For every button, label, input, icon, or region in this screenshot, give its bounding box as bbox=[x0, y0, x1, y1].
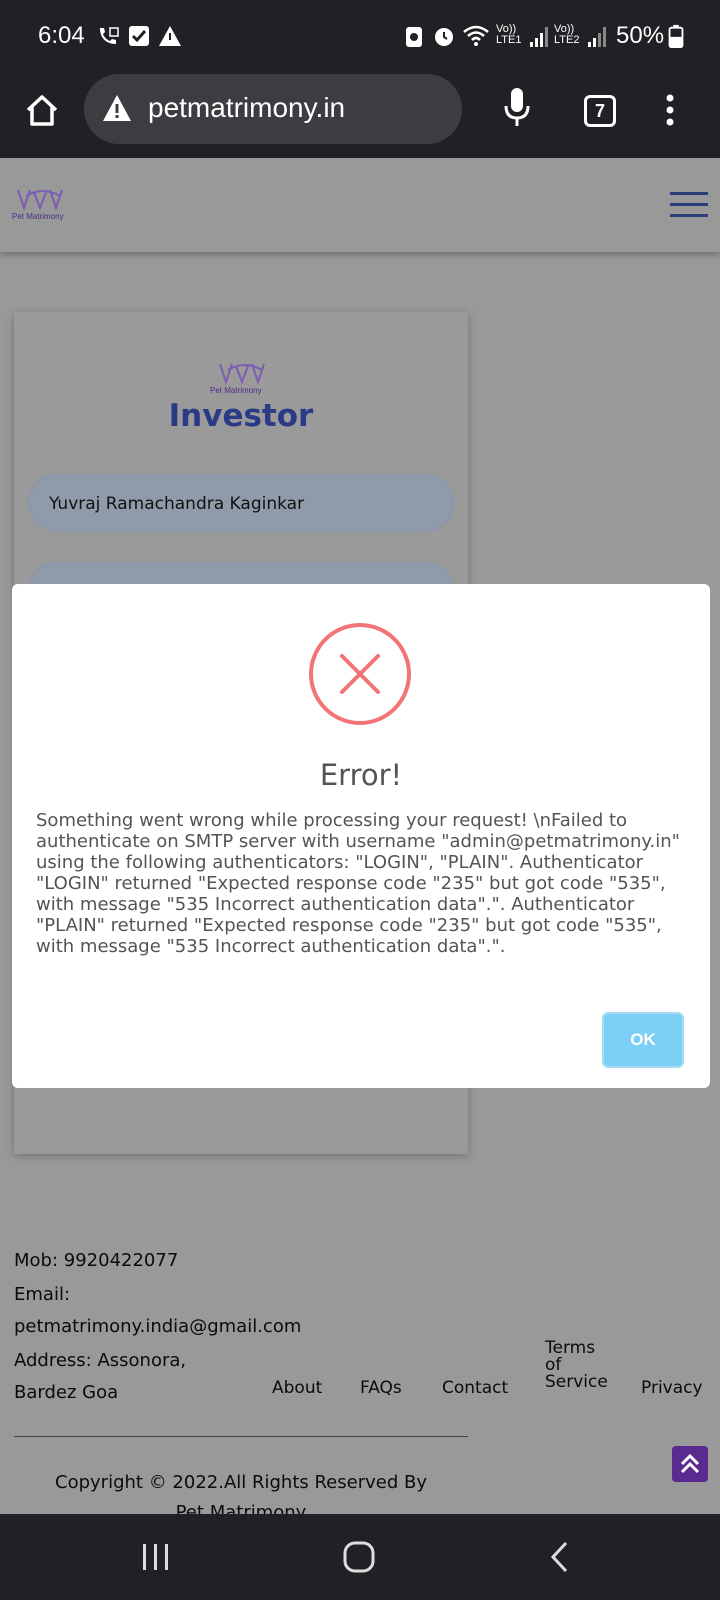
more-options-icon[interactable] bbox=[662, 92, 678, 128]
home-icon[interactable] bbox=[24, 92, 60, 128]
not-secure-warning-icon[interactable] bbox=[102, 94, 132, 122]
home-nav-icon[interactable] bbox=[342, 1540, 376, 1574]
footer-email-label: Email: bbox=[14, 1284, 71, 1305]
signal-1-icon bbox=[530, 27, 548, 47]
dialog-title: Error! bbox=[319, 758, 403, 792]
footer-divider bbox=[14, 1436, 468, 1437]
pet-matrimony-logo[interactable] bbox=[12, 182, 74, 228]
name-field-value[interactable]: Yuvraj Ramachandra Kaginkar bbox=[49, 494, 304, 514]
logo-text: Pet Matrimony bbox=[12, 212, 64, 221]
sim1-label: Vo)) LTE1 bbox=[496, 23, 522, 46]
name-field[interactable]: Yuvraj Ramachandra Kaginkar bbox=[28, 474, 454, 532]
battery-icon bbox=[668, 24, 684, 48]
address-bar[interactable]: petmatrimony.in bbox=[84, 74, 462, 144]
status-bar: 6:04 Vo)) LTE1 Vo)) LTE2 50% bbox=[0, 0, 720, 72]
footer-email[interactable]: petmatrimony.india@gmail.com bbox=[14, 1316, 301, 1337]
status-time: 6:04 bbox=[38, 22, 85, 49]
wifi-call-icon bbox=[100, 27, 119, 44]
battery-percentage: 50% bbox=[616, 22, 665, 49]
footer-link-terms[interactable]: Terms of Service bbox=[545, 1340, 608, 1391]
footer-mobile: Mob: 9920422077 bbox=[14, 1250, 179, 1271]
system-navigation-bar bbox=[0, 1514, 720, 1600]
error-dialog: Error! Something went wrong while proces… bbox=[12, 584, 710, 1088]
dialog-message: Something went wrong while processing yo… bbox=[36, 810, 680, 957]
ok-button[interactable]: OK bbox=[602, 1012, 684, 1068]
wifi-icon bbox=[463, 25, 489, 46]
footer-link-contact[interactable]: Contact bbox=[442, 1378, 508, 1398]
sim2-label: Vo)) LTE2 bbox=[554, 23, 580, 46]
signal-2-icon bbox=[588, 27, 606, 47]
microphone-icon[interactable] bbox=[502, 86, 532, 130]
hamburger-menu-icon[interactable] bbox=[670, 192, 708, 218]
footer-link-privacy[interactable]: Privacy bbox=[641, 1378, 703, 1398]
scroll-to-top-button[interactable] bbox=[672, 1446, 708, 1482]
footer-link-faqs[interactable]: FAQs bbox=[360, 1378, 402, 1398]
recent-apps-icon[interactable] bbox=[140, 1542, 172, 1572]
alarm-icon bbox=[435, 28, 453, 46]
page-title: Investor bbox=[168, 398, 314, 434]
browser-toolbar: petmatrimony.in 7 bbox=[0, 72, 720, 158]
tab-switcher-button[interactable]: 7 bbox=[584, 95, 616, 127]
back-icon[interactable] bbox=[548, 1540, 570, 1574]
double-chevron-up-icon bbox=[680, 1453, 700, 1474]
battery-saver-icon bbox=[406, 27, 422, 47]
warning-notification-icon bbox=[159, 26, 181, 46]
url-text[interactable]: petmatrimony.in bbox=[148, 92, 345, 124]
footer-address-line2: Bardez Goa bbox=[14, 1382, 119, 1403]
checkbox-notification-icon bbox=[129, 26, 149, 46]
footer-address-line1: Address: Assonora, bbox=[14, 1350, 187, 1371]
footer-link-about[interactable]: About bbox=[272, 1378, 322, 1398]
site-header: Pet Matrimony bbox=[0, 158, 720, 252]
error-x-icon bbox=[309, 623, 411, 725]
card-logo-text: Pet Matrimony bbox=[210, 386, 262, 395]
